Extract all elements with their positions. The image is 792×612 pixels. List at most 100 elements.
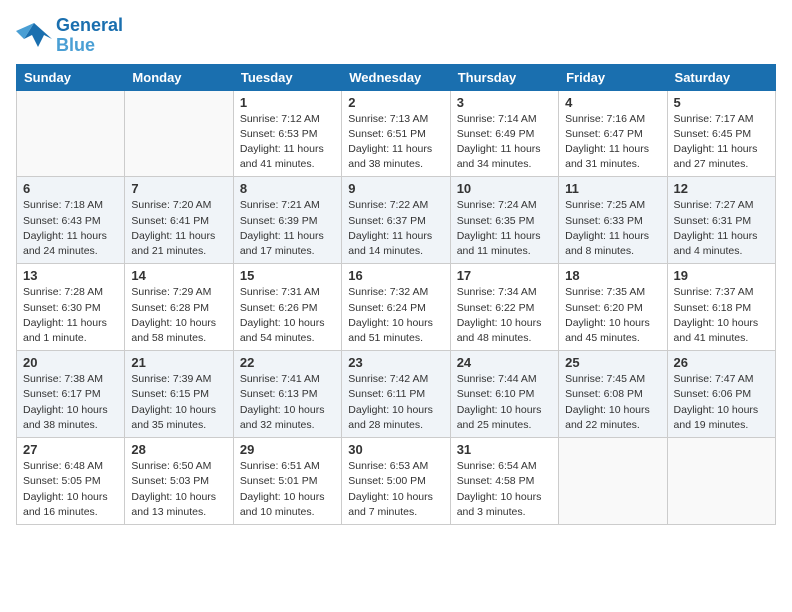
day-number: 12 (674, 181, 769, 196)
calendar-cell: 11 Sunrise: 7:25 AM Sunset: 6:33 PM Dayli… (559, 177, 667, 264)
calendar-week-row: 20Sunrise: 7:38 AM Sunset: 6:17 PM Dayli… (17, 351, 776, 438)
day-info: Sunrise: 7:42 AM Sunset: 6:11 PM Dayligh… (348, 372, 443, 433)
calendar-cell: 18 Sunrise: 7:35 AM Sunset: 6:20 PM Dayli… (559, 264, 667, 351)
day-number: 13 (23, 268, 118, 283)
calendar-cell: 20Sunrise: 7:38 AM Sunset: 6:17 PM Dayli… (17, 351, 125, 438)
header-thursday: Thursday (450, 64, 558, 90)
day-info: Sunrise: 7:28 AM Sunset: 6:30 PM Dayligh… (23, 285, 118, 346)
calendar-cell (125, 90, 233, 177)
calendar-cell (17, 90, 125, 177)
calendar-cell: 5 Sunrise: 7:17 AM Sunset: 6:45 PM Daylig… (667, 90, 775, 177)
day-number: 20 (23, 355, 118, 370)
page-header: General Blue (16, 16, 776, 56)
logo-text: General Blue (56, 16, 123, 56)
calendar-cell: 26 Sunrise: 7:47 AM Sunset: 6:06 PM Dayli… (667, 351, 775, 438)
calendar-header-row: SundayMondayTuesdayWednesdayThursdayFrid… (17, 64, 776, 90)
day-number: 26 (674, 355, 769, 370)
calendar-cell: 12Sunrise: 7:27 AM Sunset: 6:31 PM Dayli… (667, 177, 775, 264)
day-number: 30 (348, 442, 443, 457)
calendar-cell: 9 Sunrise: 7:22 AM Sunset: 6:37 PM Daylig… (342, 177, 450, 264)
day-info: Sunrise: 6:50 AM Sunset: 5:03 PM Dayligh… (131, 459, 226, 520)
day-info: Sunrise: 7:39 AM Sunset: 6:15 PM Dayligh… (131, 372, 226, 433)
day-info: Sunrise: 7:14 AM Sunset: 6:49 PM Dayligh… (457, 112, 552, 173)
day-number: 10 (457, 181, 552, 196)
day-number: 9 (348, 181, 443, 196)
day-info: Sunrise: 7:44 AM Sunset: 6:10 PM Dayligh… (457, 372, 552, 433)
day-info: Sunrise: 7:16 AM Sunset: 6:47 PM Dayligh… (565, 112, 660, 173)
day-number: 6 (23, 181, 118, 196)
calendar-week-row: 27Sunrise: 6:48 AM Sunset: 5:05 PM Dayli… (17, 438, 776, 525)
day-info: Sunrise: 7:24 AM Sunset: 6:35 PM Dayligh… (457, 198, 552, 259)
day-info: Sunrise: 7:25 AM Sunset: 6:33 PM Dayligh… (565, 198, 660, 259)
calendar-cell (667, 438, 775, 525)
day-number: 7 (131, 181, 226, 196)
calendar-cell: 3 Sunrise: 7:14 AM Sunset: 6:49 PM Daylig… (450, 90, 558, 177)
calendar-cell: 23 Sunrise: 7:42 AM Sunset: 6:11 PM Dayli… (342, 351, 450, 438)
day-info: Sunrise: 7:37 AM Sunset: 6:18 PM Dayligh… (674, 285, 769, 346)
calendar-cell: 19Sunrise: 7:37 AM Sunset: 6:18 PM Dayli… (667, 264, 775, 351)
calendar-cell: 8 Sunrise: 7:21 AM Sunset: 6:39 PM Daylig… (233, 177, 341, 264)
calendar-cell: 2Sunrise: 7:13 AM Sunset: 6:51 PM Daylig… (342, 90, 450, 177)
calendar-week-row: 1 Sunrise: 7:12 AM Sunset: 6:53 PM Daylig… (17, 90, 776, 177)
calendar-cell: 16 Sunrise: 7:32 AM Sunset: 6:24 PM Dayli… (342, 264, 450, 351)
day-number: 22 (240, 355, 335, 370)
day-number: 5 (674, 95, 769, 110)
day-number: 31 (457, 442, 552, 457)
day-number: 1 (240, 95, 335, 110)
logo-icon (16, 21, 52, 51)
calendar-cell: 27Sunrise: 6:48 AM Sunset: 5:05 PM Dayli… (17, 438, 125, 525)
day-info: Sunrise: 7:35 AM Sunset: 6:20 PM Dayligh… (565, 285, 660, 346)
day-info: Sunrise: 7:31 AM Sunset: 6:26 PM Dayligh… (240, 285, 335, 346)
header-monday: Monday (125, 64, 233, 90)
day-number: 28 (131, 442, 226, 457)
day-number: 23 (348, 355, 443, 370)
header-friday: Friday (559, 64, 667, 90)
calendar-week-row: 6Sunrise: 7:18 AM Sunset: 6:43 PM Daylig… (17, 177, 776, 264)
day-number: 29 (240, 442, 335, 457)
day-info: Sunrise: 7:20 AM Sunset: 6:41 PM Dayligh… (131, 198, 226, 259)
calendar-cell: 31 Sunrise: 6:54 AM Sunset: 4:58 PM Dayli… (450, 438, 558, 525)
day-number: 25 (565, 355, 660, 370)
header-tuesday: Tuesday (233, 64, 341, 90)
day-info: Sunrise: 7:34 AM Sunset: 6:22 PM Dayligh… (457, 285, 552, 346)
day-info: Sunrise: 7:47 AM Sunset: 6:06 PM Dayligh… (674, 372, 769, 433)
day-number: 11 (565, 181, 660, 196)
logo: General Blue (16, 16, 123, 56)
calendar-cell: 30 Sunrise: 6:53 AM Sunset: 5:00 PM Dayli… (342, 438, 450, 525)
day-number: 27 (23, 442, 118, 457)
header-wednesday: Wednesday (342, 64, 450, 90)
day-number: 15 (240, 268, 335, 283)
day-info: Sunrise: 7:21 AM Sunset: 6:39 PM Dayligh… (240, 198, 335, 259)
day-info: Sunrise: 7:22 AM Sunset: 6:37 PM Dayligh… (348, 198, 443, 259)
calendar-cell: 17Sunrise: 7:34 AM Sunset: 6:22 PM Dayli… (450, 264, 558, 351)
day-number: 14 (131, 268, 226, 283)
calendar-cell: 1 Sunrise: 7:12 AM Sunset: 6:53 PM Daylig… (233, 90, 341, 177)
day-info: Sunrise: 7:12 AM Sunset: 6:53 PM Dayligh… (240, 112, 335, 173)
day-number: 18 (565, 268, 660, 283)
calendar-cell: 14Sunrise: 7:29 AM Sunset: 6:28 PM Dayli… (125, 264, 233, 351)
day-info: Sunrise: 7:32 AM Sunset: 6:24 PM Dayligh… (348, 285, 443, 346)
day-info: Sunrise: 6:51 AM Sunset: 5:01 PM Dayligh… (240, 459, 335, 520)
day-info: Sunrise: 6:54 AM Sunset: 4:58 PM Dayligh… (457, 459, 552, 520)
calendar-table: SundayMondayTuesdayWednesdayThursdayFrid… (16, 64, 776, 525)
calendar-cell: 15 Sunrise: 7:31 AM Sunset: 6:26 PM Dayli… (233, 264, 341, 351)
calendar-week-row: 13 Sunrise: 7:28 AM Sunset: 6:30 PM Dayli… (17, 264, 776, 351)
day-number: 3 (457, 95, 552, 110)
calendar-cell: 28 Sunrise: 6:50 AM Sunset: 5:03 PM Dayli… (125, 438, 233, 525)
calendar-cell: 10 Sunrise: 7:24 AM Sunset: 6:35 PM Dayli… (450, 177, 558, 264)
day-number: 8 (240, 181, 335, 196)
day-number: 21 (131, 355, 226, 370)
day-info: Sunrise: 6:53 AM Sunset: 5:00 PM Dayligh… (348, 459, 443, 520)
day-number: 2 (348, 95, 443, 110)
day-info: Sunrise: 7:17 AM Sunset: 6:45 PM Dayligh… (674, 112, 769, 173)
calendar-cell: 13 Sunrise: 7:28 AM Sunset: 6:30 PM Dayli… (17, 264, 125, 351)
calendar-cell: 21 Sunrise: 7:39 AM Sunset: 6:15 PM Dayli… (125, 351, 233, 438)
calendar-cell: 25 Sunrise: 7:45 AM Sunset: 6:08 PM Dayli… (559, 351, 667, 438)
day-number: 4 (565, 95, 660, 110)
day-number: 16 (348, 268, 443, 283)
calendar-cell: 4 Sunrise: 7:16 AM Sunset: 6:47 PM Daylig… (559, 90, 667, 177)
calendar-cell: 24Sunrise: 7:44 AM Sunset: 6:10 PM Dayli… (450, 351, 558, 438)
header-sunday: Sunday (17, 64, 125, 90)
day-info: Sunrise: 7:45 AM Sunset: 6:08 PM Dayligh… (565, 372, 660, 433)
header-saturday: Saturday (667, 64, 775, 90)
